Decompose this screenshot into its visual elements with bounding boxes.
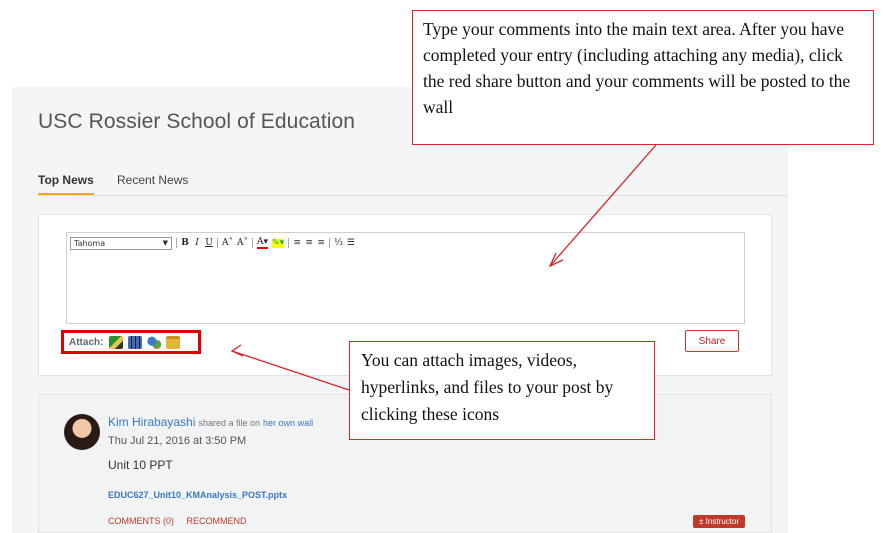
avatar[interactable] [64, 414, 100, 450]
post-action-text: shared a file on [198, 418, 260, 428]
callout-comment-instructions: Type your comments into the main text ar… [412, 10, 874, 145]
font-family-value: Tahoma [74, 238, 106, 248]
hyperlink-icon[interactable] [147, 335, 162, 349]
font-color-button[interactable]: A▾ [257, 237, 269, 249]
underline-button[interactable]: U [205, 238, 213, 248]
bulleted-list-button[interactable]: ☰ [347, 238, 355, 248]
post-timestamp: Thu Jul 21, 2016 at 3:50 PM [108, 435, 247, 447]
shrink-font-button[interactable]: A˅ [237, 238, 248, 248]
toolbar-divider [288, 238, 290, 248]
italic-button[interactable]: I [193, 238, 201, 248]
comments-link[interactable]: COMMENTS (0) [108, 516, 174, 526]
numbered-list-button[interactable]: ⅓ [334, 238, 343, 248]
highlight-button[interactable]: ✎▾ [272, 238, 285, 248]
callout-attach-instructions: You can attach images, videos, hyperlink… [349, 341, 655, 440]
bold-button[interactable]: B [181, 238, 189, 248]
share-button[interactable]: Share [685, 330, 739, 352]
toolbar-divider [176, 238, 177, 248]
attach-toolbar: Attach: [61, 330, 201, 354]
tab-recent-news[interactable]: Recent News [117, 173, 188, 187]
tab-top-news[interactable]: Top News [38, 173, 94, 195]
toolbar-divider [329, 238, 331, 248]
align-right-button[interactable]: ≡ [317, 238, 325, 248]
editor-toolbar: Tahoma ▼ B I U A˄ A˅ A▾ ✎▾ ≡ ≡ ≡ ⅓ ☰ [70, 236, 355, 250]
grow-font-button[interactable]: A˄ [222, 238, 233, 248]
post-text: Unit 10 PPT [108, 458, 173, 472]
attach-label: Attach: [69, 336, 104, 348]
post-actions: COMMENTS (0) RECOMMEND [108, 516, 257, 526]
post-target-link[interactable]: her own wall [263, 418, 313, 428]
attachment-link[interactable]: EDUC627_Unit10_KMAnalysis_POST.pptx [108, 490, 287, 500]
post-author-link[interactable]: Kim Hirabayashi [108, 415, 195, 429]
align-center-button[interactable]: ≡ [305, 238, 313, 248]
align-left-button[interactable]: ≡ [293, 238, 301, 248]
page-title: USC Rossier School of Education [38, 110, 356, 133]
video-icon[interactable] [128, 335, 143, 349]
image-icon[interactable] [109, 335, 124, 349]
comment-text-area[interactable]: Tahoma ▼ B I U A˄ A˅ A▾ ✎▾ ≡ ≡ ≡ ⅓ ☰ [66, 232, 745, 324]
chevron-down-icon: ▼ [162, 238, 168, 247]
instructor-badge: ± Instructor [693, 515, 745, 528]
news-tabs: Top News Recent News [38, 172, 788, 196]
font-family-select[interactable]: Tahoma ▼ [70, 236, 172, 250]
toolbar-divider [252, 238, 253, 248]
recommend-link[interactable]: RECOMMEND [187, 516, 247, 526]
post-header: Kim Hirabayashi shared a file on her own… [108, 415, 313, 429]
toolbar-divider [217, 238, 218, 248]
folder-icon[interactable] [166, 335, 181, 349]
